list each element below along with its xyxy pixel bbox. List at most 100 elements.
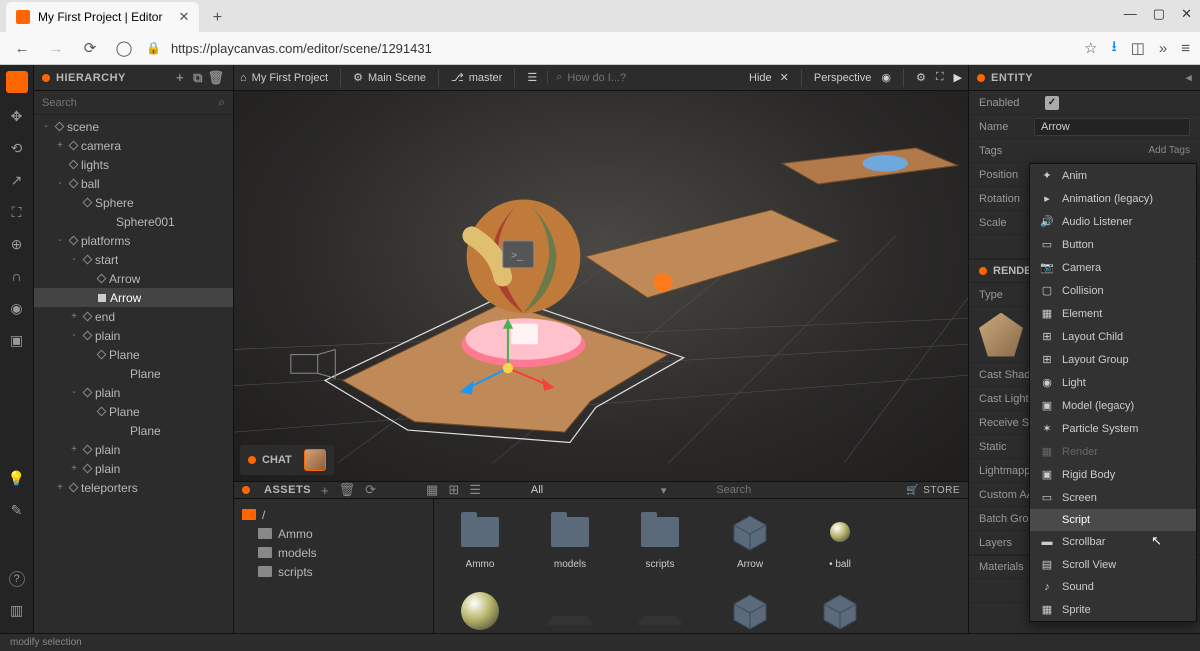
edit-icon[interactable]: ✎ — [8, 501, 26, 519]
toggle-icon[interactable]: + — [68, 444, 80, 455]
asset-item[interactable]: • ball — [810, 509, 870, 570]
search-icon[interactable]: ⌕ — [218, 95, 225, 110]
resize-tool-icon[interactable]: ⛶ — [8, 203, 26, 221]
bookmark-icon[interactable]: ☆ — [1084, 39, 1097, 57]
component-menu-item[interactable]: ▦Sprite — [1030, 598, 1196, 621]
help-search-input[interactable] — [567, 72, 727, 84]
folder-item[interactable]: models — [234, 543, 433, 562]
toggle-icon[interactable]: - — [68, 330, 80, 341]
add-entity-button[interactable]: + — [171, 69, 189, 87]
toggle-icon[interactable]: - — [54, 235, 66, 246]
component-menu-item[interactable]: ▢Collision — [1030, 279, 1196, 302]
user-avatar[interactable] — [304, 449, 326, 471]
overflow-icon[interactable]: » — [1159, 40, 1167, 57]
hierarchy-node[interactable]: +camera — [34, 136, 233, 155]
toggle-icon[interactable]: + — [68, 463, 80, 474]
hierarchy-tree[interactable]: -scene+cameralights-ballSphereSphere001-… — [34, 115, 233, 651]
maximize-button[interactable]: ▢ — [1153, 6, 1165, 22]
asset-item[interactable]: models — [540, 509, 600, 570]
component-menu-popup[interactable]: ↖ ✦Anim▸Animation (legacy)🔊Audio Listene… — [1029, 163, 1197, 622]
component-menu-item[interactable]: Script — [1030, 509, 1196, 531]
component-menu-item[interactable]: ✶Particle System — [1030, 417, 1196, 440]
branch-crumb[interactable]: ⎇master — [451, 71, 502, 84]
filter-dropdown[interactable]: All — [531, 484, 651, 496]
enabled-checkbox[interactable]: ✓ — [1045, 96, 1059, 110]
component-menu-item[interactable]: ▣Rigid Body — [1030, 463, 1196, 486]
hierarchy-node[interactable]: Sphere — [34, 193, 233, 212]
component-menu-item[interactable]: ▣Model (legacy) — [1030, 394, 1196, 417]
hierarchy-node[interactable]: -plain — [34, 326, 233, 345]
world-tool-icon[interactable]: ⊕ — [8, 235, 26, 253]
close-tab-icon[interactable]: ✕ — [178, 9, 189, 25]
refresh-asset-button[interactable]: ⟳ — [365, 482, 376, 498]
camera-settings-icon[interactable]: ◉ — [881, 71, 891, 84]
library-icon[interactable]: ◫ — [1131, 39, 1145, 57]
folder-item[interactable]: Ammo — [234, 524, 433, 543]
terminal-icon[interactable]: ▥ — [8, 601, 26, 619]
asset-grid[interactable]: AmmomodelsscriptsArrow• ball• ballendpla… — [434, 499, 968, 651]
hierarchy-node[interactable]: Arrow — [34, 288, 233, 307]
forward-button[interactable]: → — [44, 36, 68, 60]
hierarchy-node[interactable]: +teleporters — [34, 478, 233, 497]
hierarchy-node[interactable]: Sphere001 — [34, 212, 233, 231]
hierarchy-node[interactable]: lights — [34, 155, 233, 174]
assets-search-input[interactable] — [716, 484, 856, 496]
hierarchy-node[interactable]: +plain — [34, 440, 233, 459]
hierarchy-node[interactable]: Plane — [34, 402, 233, 421]
hierarchy-node[interactable]: Arrow — [34, 269, 233, 288]
rotate-tool-icon[interactable]: ⟲ — [8, 139, 26, 157]
grid-small-icon[interactable]: ⊞ — [448, 482, 459, 498]
component-menu-item[interactable]: ▸Animation (legacy) — [1030, 187, 1196, 210]
snap-tool-icon[interactable]: ∩ — [8, 267, 26, 285]
asset-item[interactable]: Arrow — [720, 509, 780, 570]
component-menu-item[interactable]: ◉Light — [1030, 371, 1196, 394]
delete-button[interactable]: 🗑 — [207, 69, 225, 87]
play-button[interactable]: ▶ — [954, 71, 962, 84]
delete-asset-button[interactable]: 🗑 — [339, 482, 356, 498]
project-crumb[interactable]: ⌂My First Project — [240, 72, 328, 84]
hierarchy-node[interactable]: Plane — [34, 421, 233, 440]
collapse-inspector-icon[interactable]: ◂ — [1186, 71, 1192, 84]
minimize-button[interactable]: — — [1124, 6, 1137, 22]
hierarchy-node[interactable]: -plain — [34, 383, 233, 402]
hierarchy-node[interactable]: Plane — [34, 345, 233, 364]
add-tags-button[interactable]: Add Tags — [1148, 145, 1190, 156]
viewport[interactable]: >_ CHAT — [234, 91, 968, 481]
component-menu-item[interactable]: ♪Sound — [1030, 576, 1196, 598]
grid-large-icon[interactable]: ▦ — [426, 482, 438, 498]
component-menu-item[interactable]: ▤Scroll View — [1030, 553, 1196, 576]
list-icon[interactable]: ☰ — [527, 71, 537, 84]
app-logo-icon[interactable] — [6, 71, 28, 93]
hide-button[interactable]: Hide✕ — [749, 71, 789, 84]
download-icon[interactable]: ⭳ — [1111, 36, 1116, 61]
camera-dropdown[interactable]: Perspective — [814, 72, 871, 84]
toggle-icon[interactable]: + — [54, 140, 66, 151]
component-menu-item[interactable]: ▭Screen — [1030, 486, 1196, 509]
hierarchy-search-input[interactable] — [42, 97, 218, 109]
scene-crumb[interactable]: ⚙Main Scene — [353, 71, 426, 84]
asset-item[interactable]: Ammo — [450, 509, 510, 570]
fullscreen-icon[interactable]: ⛶ — [936, 71, 944, 84]
component-menu-item[interactable]: 📷Camera — [1030, 256, 1196, 279]
hierarchy-node[interactable]: +plain — [34, 459, 233, 478]
scale-tool-icon[interactable]: ↗ — [8, 171, 26, 189]
name-input[interactable] — [1034, 118, 1190, 136]
component-menu-item[interactable]: ▭Button — [1030, 233, 1196, 256]
menu-icon[interactable]: ≡ — [1181, 40, 1190, 57]
toggle-icon[interactable]: - — [40, 121, 52, 132]
hierarchy-node[interactable]: -ball — [34, 174, 233, 193]
component-menu-item[interactable]: ⊞Layout Group — [1030, 348, 1196, 371]
toggle-icon[interactable]: - — [68, 387, 80, 398]
hierarchy-node[interactable]: -platforms — [34, 231, 233, 250]
component-menu-item[interactable]: ✦Anim — [1030, 164, 1196, 187]
list-view-icon[interactable]: ☰ — [469, 482, 481, 498]
hierarchy-node[interactable]: -scene — [34, 117, 233, 136]
view-tool-icon[interactable]: ◉ — [8, 299, 26, 317]
component-menu-item[interactable]: ▦Element — [1030, 302, 1196, 325]
bulb-icon[interactable]: 💡 — [8, 469, 26, 487]
hierarchy-node[interactable]: Plane — [34, 364, 233, 383]
folder-item[interactable]: scripts — [234, 562, 433, 581]
move-tool-icon[interactable]: ✥ — [8, 107, 26, 125]
folder-root[interactable]: / — [234, 505, 433, 524]
focus-tool-icon[interactable]: ▣ — [8, 331, 26, 349]
